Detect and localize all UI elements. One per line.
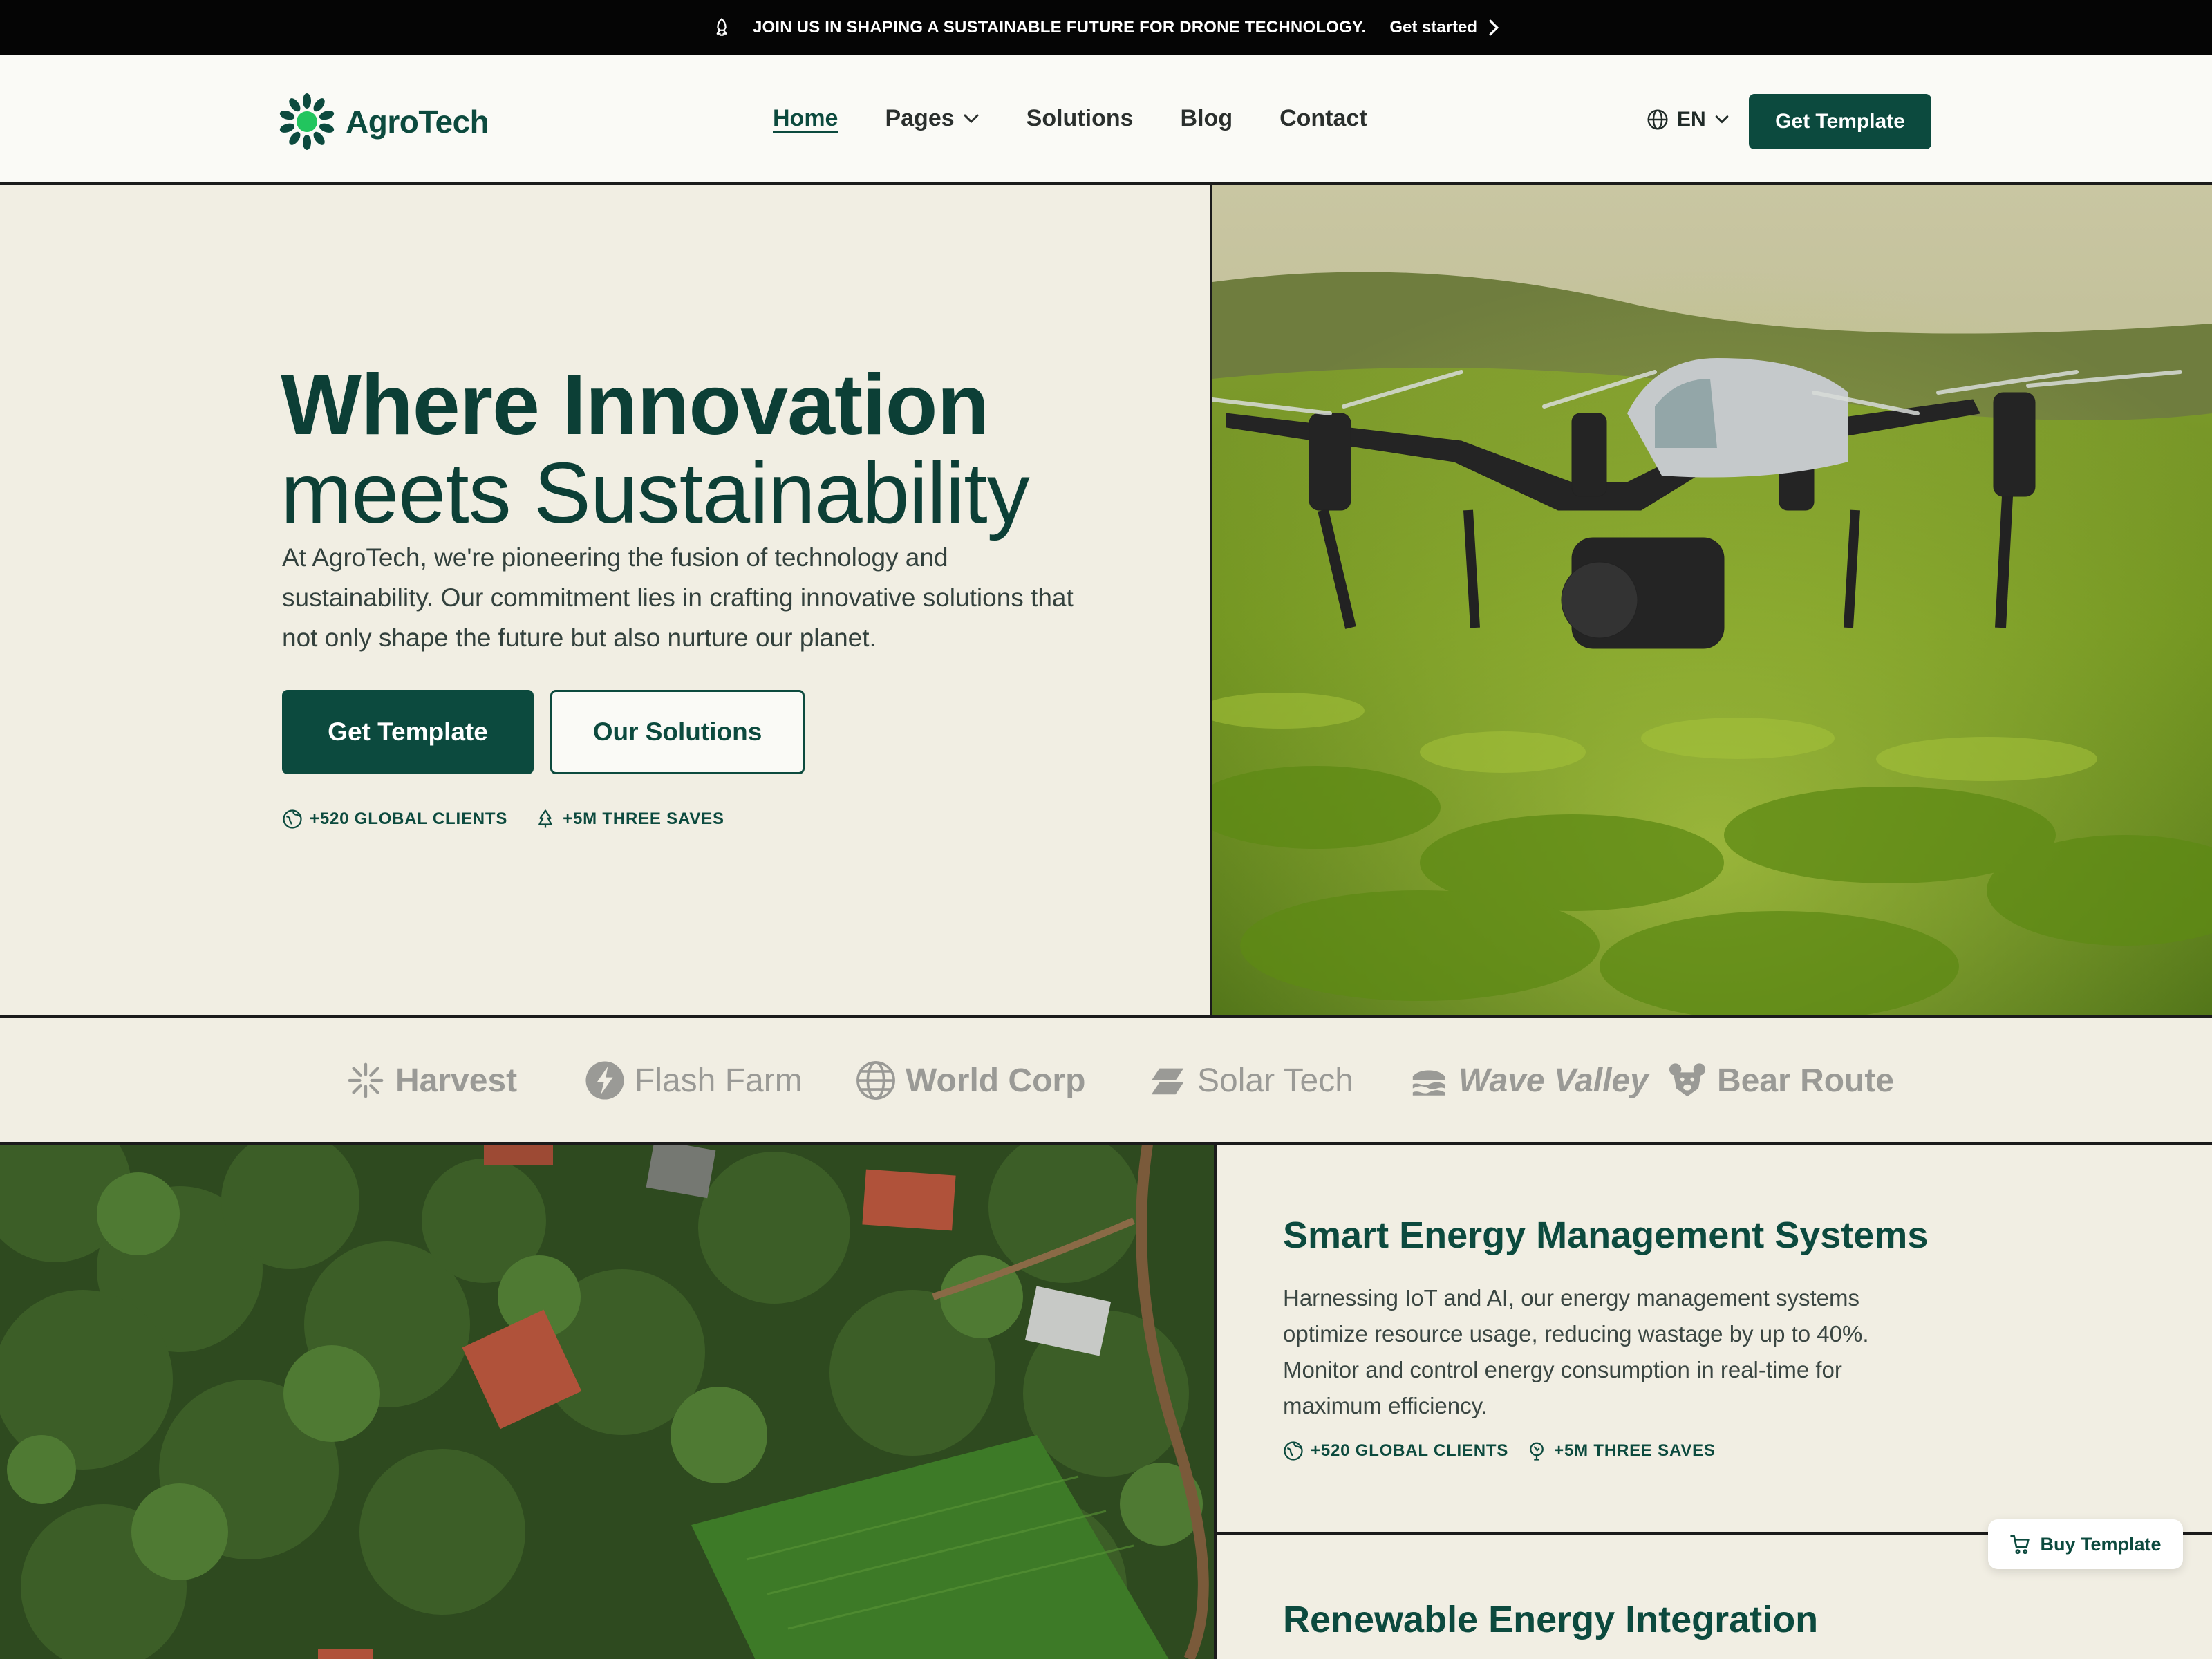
nav-item-blog[interactable]: Blog	[1181, 105, 1233, 132]
partner-world-corp: World Corp	[856, 1060, 1085, 1100]
globe-icon	[856, 1061, 895, 1100]
partner-logos: Harvest Flash Farm World Corp Solar Tech…	[0, 1015, 2212, 1145]
hero-drone-image	[1212, 185, 2212, 1015]
hero-title-line1: Where Innovation	[281, 357, 989, 453]
get-started-link[interactable]: Get started	[1389, 18, 1501, 37]
aerial-forest-image	[0, 1145, 1214, 1659]
get-started-label[interactable]: Get started	[1389, 18, 1477, 37]
globe-leaf-icon	[1284, 1441, 1303, 1461]
site-header: AgroTech Home Pages Solutions Blog Conta…	[0, 55, 2212, 185]
partner-flash-farm: Flash Farm	[585, 1060, 803, 1100]
nav-item-pages[interactable]: Pages	[885, 105, 979, 132]
waves-icon	[1412, 1070, 1445, 1096]
tree-icon	[538, 809, 553, 828]
globe-leaf-icon	[283, 809, 302, 829]
partner-bear-route: Bear Route	[1667, 1060, 1894, 1100]
feature-title: Smart Energy Management Systems	[1283, 1215, 1929, 1256]
hero-title-line2: meets Sustainability	[281, 446, 1030, 541]
hero-stats: +520 GLOBAL CLIENTS +5M THREE SAVES	[282, 809, 724, 830]
stat-three-saves: +5M THREE SAVES	[535, 809, 724, 830]
stat-global-clients: +520 GLOBAL CLIENTS	[1283, 1441, 1508, 1461]
chevron-down-icon	[964, 114, 979, 123]
header-get-template-button[interactable]: Get Template	[1749, 94, 1931, 149]
sunburst-icon	[348, 1062, 384, 1098]
language-selector[interactable]: EN	[1647, 108, 1730, 131]
bear-icon	[1669, 1063, 1706, 1097]
nav-item-solutions[interactable]: Solutions	[1027, 105, 1134, 132]
feature-title: Renewable Energy Integration	[1283, 1599, 1819, 1640]
sun-leaf-icon	[279, 93, 335, 150]
our-solutions-button[interactable]: Our Solutions	[550, 690, 805, 774]
nav-item-home[interactable]: Home	[773, 105, 838, 132]
rocket-icon	[711, 17, 732, 38]
feature-description: Harnessing IoT and AI, our energy manage…	[1283, 1285, 1869, 1418]
globe-icon	[1647, 109, 1668, 130]
feature-stats: +520 GLOBAL CLIENTS +5M THREE SAVES	[1283, 1441, 1716, 1461]
partner-harvest: Harvest	[346, 1060, 517, 1100]
get-template-button[interactable]: Get Template	[282, 690, 534, 774]
brand-name[interactable]: AgroTech	[346, 103, 489, 140]
chevron-down-icon	[1715, 115, 1728, 124]
language-label[interactable]: EN	[1677, 108, 1706, 131]
chevron-right-icon	[1489, 19, 1499, 36]
tree-icon	[1530, 1442, 1544, 1461]
brand-logo[interactable]: AgroTech	[278, 93, 489, 151]
announcement-text: JOIN US IN SHAPING A SUSTAINABLE FUTURE …	[752, 18, 1367, 37]
announcement-bar: JOIN US IN SHAPING A SUSTAINABLE FUTURE …	[0, 0, 2212, 55]
buy-template-button[interactable]: Buy Template	[1988, 1519, 2183, 1569]
stat-global-clients: +520 GLOBAL CLIENTS	[282, 809, 507, 830]
partner-wave-valley: Wave Valley	[1409, 1060, 1649, 1100]
partner-solar-tech: Solar Tech	[1147, 1060, 1353, 1100]
bolt-circle-icon	[585, 1061, 624, 1100]
main-nav: Home Pages Solutions Blog Contact	[773, 105, 1367, 132]
nav-item-contact[interactable]: Contact	[1280, 105, 1367, 132]
feature-card-smart-energy: Smart Energy Management Systems Harnessi…	[1217, 1145, 2212, 1532]
stat-three-saves: +5M THREE SAVES	[1526, 1441, 1716, 1461]
cart-icon	[2010, 1535, 2030, 1555]
hero-description: At AgroTech, we're pioneering the fusion…	[282, 543, 1074, 652]
solar-panel-icon	[1151, 1068, 1184, 1095]
